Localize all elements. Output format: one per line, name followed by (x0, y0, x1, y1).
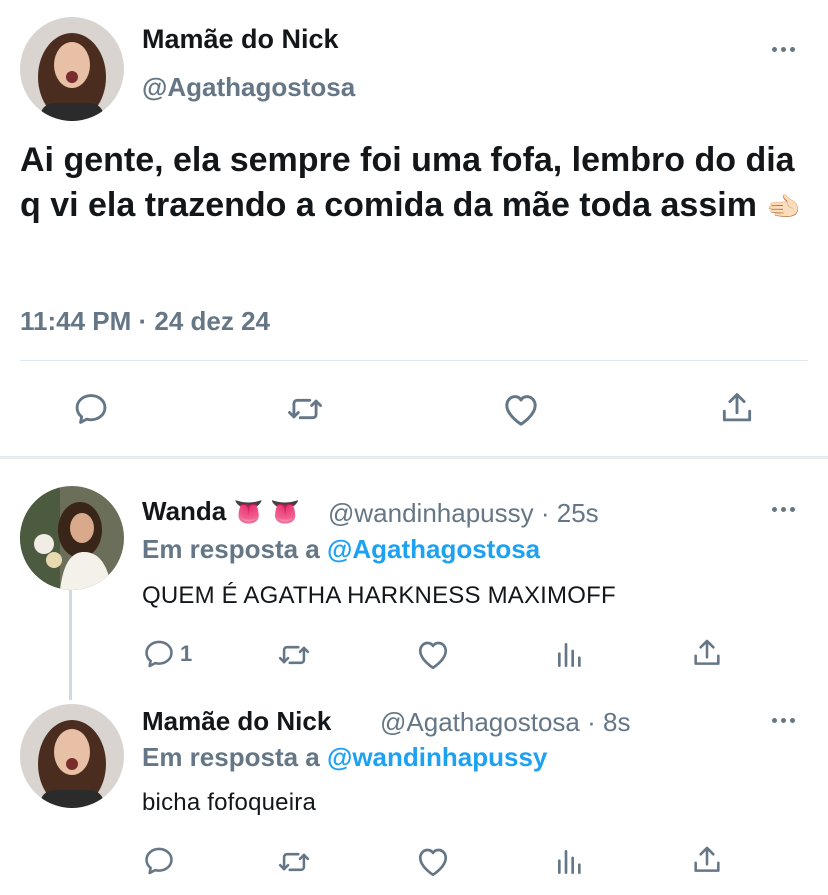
reply-handle[interactable]: @Agathagostosa (380, 707, 580, 737)
tongue-emoji: 👅 👅 (233, 499, 300, 526)
mention-link[interactable]: @wandinhapussy (327, 742, 547, 772)
retweet-icon (276, 638, 312, 672)
reply-button[interactable]: 1 (142, 637, 192, 671)
more-options-icon[interactable] (772, 718, 795, 723)
like-button[interactable] (415, 637, 451, 673)
section-divider (0, 456, 828, 459)
in-reply-to: Em resposta a @Agathagostosa (142, 534, 540, 565)
mention-link[interactable]: @Agathagostosa (327, 534, 540, 564)
reply-button[interactable] (142, 844, 176, 878)
more-options-icon[interactable] (772, 47, 795, 52)
in-reply-label: Em resposta a (142, 742, 320, 772)
retweet-icon (285, 390, 325, 428)
reply-handle[interactable]: @wandinhapussy (328, 498, 534, 528)
tweet-text: Ai gente, ela sempre foi uma fofa, lembr… (20, 138, 820, 229)
share-icon (690, 842, 724, 878)
reply-count: 1 (180, 641, 193, 666)
reply-text: bicha fofoqueira (142, 789, 316, 816)
share-icon (690, 635, 724, 671)
reply-meta: @Agathagostosa · 8s (380, 707, 630, 738)
like-icon (415, 637, 451, 673)
reply-author-name[interactable]: Mamãe do Nick (142, 706, 331, 737)
reply-author-name-text: Wanda (142, 496, 227, 526)
share-icon (718, 388, 756, 428)
reply-time: · 25s (540, 498, 599, 528)
like-button[interactable] (501, 390, 541, 430)
author-name[interactable]: Mamãe do Nick (142, 24, 339, 55)
reply-author-name[interactable]: Wanda 👅 👅 (142, 496, 300, 527)
share-button[interactable] (690, 842, 724, 878)
share-button[interactable] (718, 388, 756, 428)
retweet-button[interactable] (276, 845, 312, 879)
reply-icon (142, 844, 176, 878)
reply-icon (72, 390, 110, 428)
reply-meta: @wandinhapussy · 25s (328, 498, 599, 529)
avatar-photo-icon (20, 486, 124, 590)
tweet-body: Ai gente, ela sempre foi uma fofa, lembr… (20, 141, 795, 224)
in-reply-label: Em resposta a (142, 534, 320, 564)
reply-time: · 8s (587, 707, 631, 737)
reply-text: QUEM É AGATHA HARKNESS MAXIMOFF (142, 582, 616, 609)
divider (20, 360, 808, 361)
avatar[interactable] (20, 704, 124, 808)
share-button[interactable] (690, 635, 724, 671)
avatar[interactable] (20, 17, 124, 121)
reply-button[interactable] (72, 390, 110, 428)
like-icon (501, 390, 541, 430)
in-reply-to: Em resposta a @wandinhapussy (142, 742, 547, 773)
main-tweet: Mamãe do Nick @Agathagostosa Ai gente, e… (0, 0, 828, 455)
tweet-timestamp[interactable]: 11:44 PM · 24 dez 24 (20, 306, 270, 337)
analytics-icon (554, 845, 586, 879)
like-icon (415, 844, 451, 880)
reply-icon (142, 637, 176, 671)
author-handle[interactable]: @Agathagostosa (142, 72, 355, 103)
retweet-icon (276, 845, 312, 879)
analytics-button[interactable] (554, 638, 586, 672)
hand-emoji: 🫲🏻 (766, 191, 802, 222)
avatar-photo-icon (20, 704, 124, 808)
analytics-button[interactable] (554, 845, 586, 879)
like-button[interactable] (415, 844, 451, 880)
thread-line (69, 590, 72, 700)
retweet-button[interactable] (276, 638, 312, 672)
analytics-icon (554, 638, 586, 672)
avatar[interactable] (20, 486, 124, 590)
avatar-photo-icon (20, 17, 124, 121)
retweet-button[interactable] (285, 390, 325, 428)
more-options-icon[interactable] (772, 507, 795, 512)
